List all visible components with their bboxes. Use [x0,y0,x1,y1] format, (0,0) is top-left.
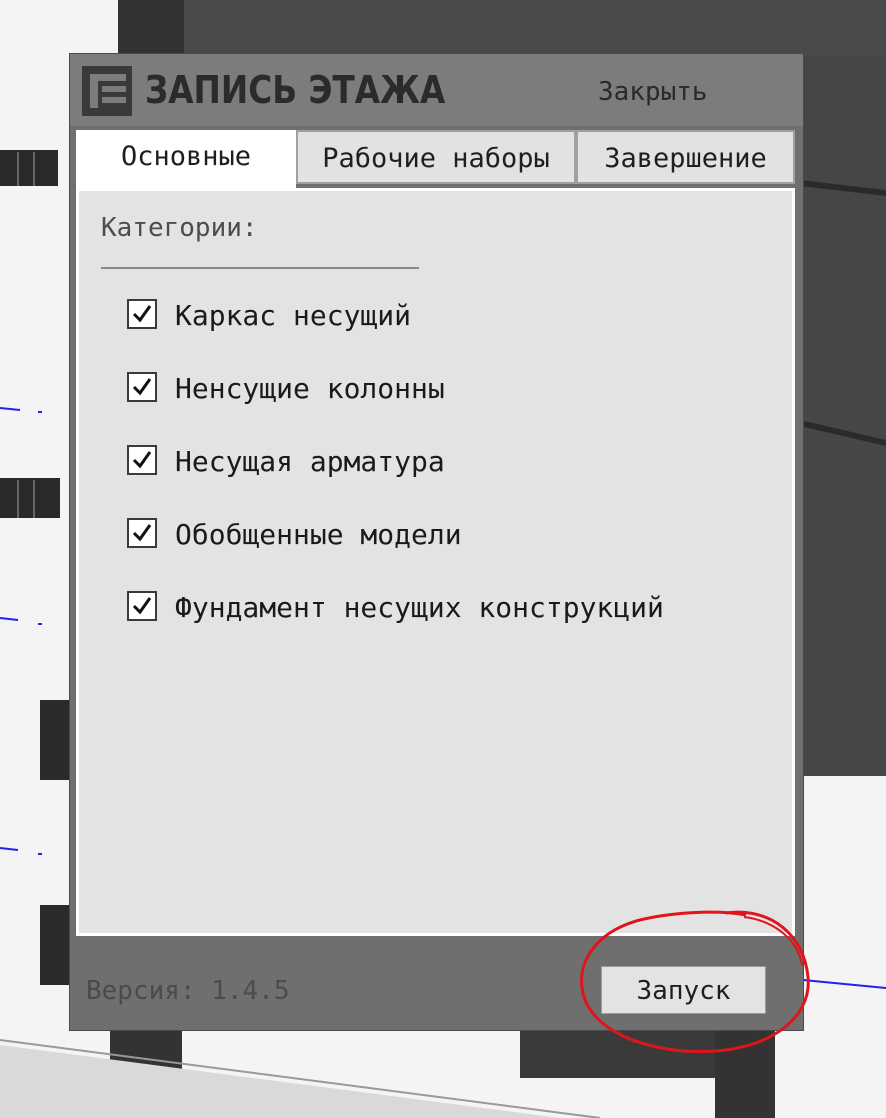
category-label: Обобщенные модели [175,518,462,551]
tab-worksets[interactable]: Рабочие наборы [296,130,576,184]
checkbox[interactable] [127,445,157,475]
beam-end [0,150,58,186]
checkmark-icon [132,378,152,396]
checkmark-icon [132,451,152,469]
floor-record-dialog: ЗАПИСЬ ЭТАЖА Закрыть Основные Рабочие на… [70,54,803,1030]
dialog-title: ЗАПИСЬ ЭТАЖА [145,68,446,112]
tab-main[interactable]: Основные [76,130,296,188]
wall-block [800,56,886,776]
checkbox[interactable] [127,591,157,621]
checkbox[interactable] [127,299,157,329]
app-logo-icon [82,66,132,116]
tab-content-panel: Категории: Каркас несущий Ненсущие колон… [76,188,795,936]
run-button[interactable]: Запуск [601,966,766,1014]
category-label: Ненсущие колонны [175,372,445,405]
category-label: Несущая арматура [175,445,445,478]
title-bar: ЗАПИСЬ ЭТАЖА Закрыть [70,54,803,126]
beam-end [0,478,60,518]
beam-end [40,905,70,985]
tab-finish[interactable]: Завершение [576,130,795,184]
wall-block [184,0,886,56]
version-text: Версия: 1.4.5 [86,976,290,1006]
beam-end [40,700,70,780]
column-block [715,1028,775,1118]
column-block [520,1028,720,1078]
categories-label: Категории: [101,213,258,243]
categories-divider [101,267,419,269]
checkbox[interactable] [127,518,157,548]
checkmark-icon [132,597,152,615]
wall-block [118,0,184,60]
checkbox[interactable] [127,372,157,402]
checkmark-icon [132,305,152,323]
checkmark-icon [132,524,152,542]
dialog-footer: Версия: 1.4.5 Запуск [70,936,803,1030]
category-label: Фундамент несущих конструкций [175,591,664,624]
close-button[interactable]: Закрыть [598,72,708,112]
category-label: Каркас несущий [175,299,412,332]
